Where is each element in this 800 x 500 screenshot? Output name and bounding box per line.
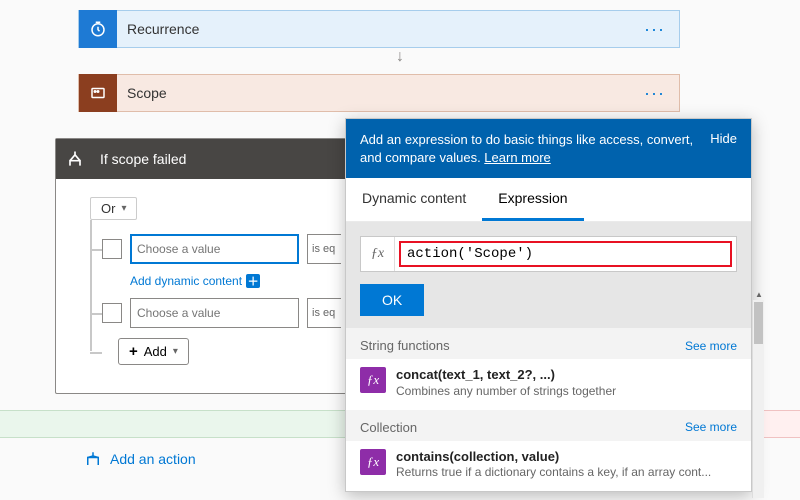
scope-icon bbox=[79, 74, 117, 112]
more-icon[interactable]: ··· bbox=[630, 19, 679, 40]
add-action-button[interactable]: Add an action bbox=[84, 450, 196, 468]
expression-panel: Add an expression to do basic things lik… bbox=[345, 118, 752, 492]
see-more-link[interactable]: See more bbox=[685, 420, 737, 434]
add-row-button[interactable]: + Add ▾ bbox=[118, 338, 189, 365]
condition-header[interactable]: If scope failed bbox=[56, 139, 391, 179]
group-operator-dropdown[interactable]: Or ▾ bbox=[90, 197, 137, 220]
add-dynamic-content-link[interactable]: Add dynamic content ＋ bbox=[130, 274, 377, 288]
tab-expression[interactable]: Expression bbox=[482, 178, 583, 221]
category-header: String functions See more bbox=[346, 328, 751, 359]
category-label: String functions bbox=[360, 338, 450, 353]
condition-icon bbox=[56, 139, 94, 179]
hide-button[interactable]: Hide bbox=[710, 131, 737, 146]
ok-button[interactable]: OK bbox=[360, 284, 424, 316]
panel-tabs: Dynamic content Expression bbox=[346, 178, 751, 222]
scope-card[interactable]: Scope ··· bbox=[78, 74, 680, 112]
scroll-up-icon[interactable]: ▲ bbox=[755, 290, 763, 299]
condition-row: is eq bbox=[102, 298, 377, 328]
function-description: Returns true if a dictionary contains a … bbox=[396, 465, 711, 481]
plus-icon: ＋ bbox=[246, 274, 260, 288]
category-header: Collection See more bbox=[346, 410, 751, 441]
add-label: Add bbox=[144, 344, 167, 359]
row-checkbox[interactable] bbox=[102, 303, 122, 323]
operator-dropdown[interactable]: is eq bbox=[307, 234, 341, 264]
function-signature: contains(collection, value) bbox=[396, 449, 711, 466]
tab-dynamic-content[interactable]: Dynamic content bbox=[346, 178, 482, 221]
clock-icon bbox=[79, 10, 117, 48]
chevron-down-icon: ▾ bbox=[173, 346, 178, 357]
condition-card: If scope failed Or ▾ is eq Add dynamic c… bbox=[55, 138, 392, 394]
fx-badge-icon: ƒx bbox=[360, 449, 386, 475]
value-input[interactable] bbox=[130, 298, 299, 328]
see-more-link[interactable]: See more bbox=[685, 339, 737, 353]
scope-title: Scope bbox=[117, 85, 630, 101]
panel-scrollbar[interactable]: ▲ bbox=[752, 300, 764, 498]
fx-badge-icon: ƒx bbox=[360, 367, 386, 393]
flow-arrow-icon: ↓ bbox=[396, 48, 404, 66]
group-operator-label: Or bbox=[101, 201, 115, 216]
category-label: Collection bbox=[360, 420, 417, 435]
function-description: Combines any number of strings together bbox=[396, 384, 616, 400]
scroll-thumb[interactable] bbox=[754, 302, 763, 344]
value-input[interactable] bbox=[130, 234, 299, 264]
recurrence-card[interactable]: Recurrence ··· bbox=[78, 10, 680, 48]
recurrence-title: Recurrence bbox=[117, 21, 630, 37]
add-action-label: Add an action bbox=[110, 451, 196, 467]
function-item[interactable]: ƒx concat(text_1, text_2?, ...) Combines… bbox=[346, 359, 751, 409]
expression-input[interactable]: action('Scope') bbox=[399, 241, 732, 267]
add-dynamic-label: Add dynamic content bbox=[130, 274, 242, 288]
condition-row: is eq bbox=[102, 234, 377, 264]
function-signature: concat(text_1, text_2?, ...) bbox=[396, 367, 616, 384]
function-item[interactable]: ƒx contains(collection, value) Returns t… bbox=[346, 441, 751, 491]
chevron-down-icon: ▾ bbox=[121, 203, 126, 214]
panel-header: Add an expression to do basic things lik… bbox=[346, 119, 751, 178]
plus-icon: + bbox=[129, 343, 138, 360]
row-checkbox[interactable] bbox=[102, 239, 122, 259]
fx-icon: ƒx bbox=[361, 237, 395, 271]
learn-more-link[interactable]: Learn more bbox=[484, 150, 550, 165]
expression-input-row: ƒx action('Scope') bbox=[360, 236, 737, 272]
add-action-icon bbox=[84, 450, 102, 468]
panel-message: Add an expression to do basic things lik… bbox=[360, 131, 700, 166]
more-icon[interactable]: ··· bbox=[630, 83, 679, 104]
operator-dropdown[interactable]: is eq bbox=[307, 298, 341, 328]
